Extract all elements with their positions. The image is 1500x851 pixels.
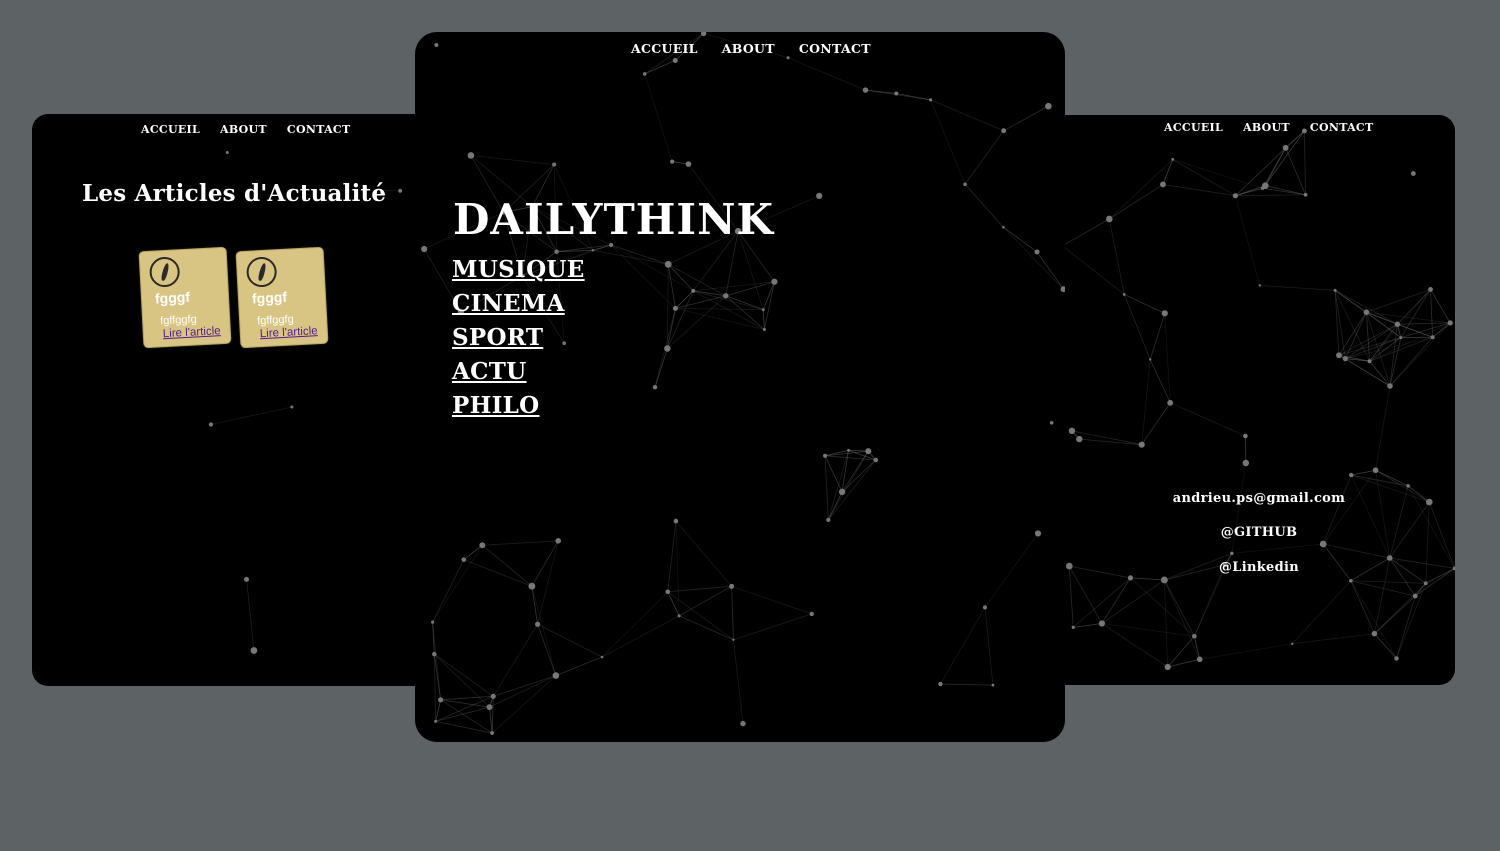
top-nav-contact: ACCUEIL ABOUT CONTACT <box>1164 121 1393 134</box>
home-page-panel: ACCUEIL ABOUT CONTACT DAILYTHINK MUSIQUE… <box>415 32 1065 742</box>
article-card-title: fgggf <box>154 288 191 307</box>
menu-item-philo[interactable]: PHILO <box>452 389 585 423</box>
particle-network-background <box>1061 128 1455 671</box>
quill-logo-icon <box>148 256 181 288</box>
nav-contact[interactable]: CONTACT <box>287 123 351 136</box>
nav-about[interactable]: ABOUT <box>722 41 775 56</box>
article-card[interactable]: fgggf fgffggfg Lire l'article <box>235 246 329 349</box>
contact-github-row: @GITHUB <box>1048 521 1455 540</box>
top-nav-home: ACCUEIL ABOUT CONTACT <box>631 41 895 56</box>
category-menu: MUSIQUE CINEMA SPORT ACTU PHILO <box>452 253 585 423</box>
menu-item-cinema[interactable]: CINEMA <box>452 287 585 321</box>
contact-linkedin-row: @Linkedin <box>1048 556 1455 575</box>
nav-accueil[interactable]: ACCUEIL <box>631 41 698 56</box>
email-link[interactable]: andrieu.ps@gmail.com <box>1173 491 1345 506</box>
nav-about[interactable]: ABOUT <box>1243 121 1290 134</box>
quill-logo-icon <box>245 256 278 288</box>
article-card[interactable]: fgggf fgffggfg Lire l'article <box>138 246 232 349</box>
articles-page-title: Les Articles d'Actualité <box>82 180 387 207</box>
github-link[interactable]: @GITHUB <box>1221 525 1298 540</box>
article-card-title: fgggf <box>251 288 288 307</box>
articles-page-panel: ACCUEIL ABOUT CONTACT Les Articles d'Act… <box>32 114 432 686</box>
nav-about[interactable]: ABOUT <box>220 123 267 136</box>
contact-email-row: andrieu.ps@gmail.com <box>1048 487 1455 506</box>
menu-item-actu[interactable]: ACTU <box>452 355 585 389</box>
linkedin-link[interactable]: @Linkedin <box>1219 560 1299 575</box>
article-card-description: fgffggfg <box>159 313 197 328</box>
menu-item-sport[interactable]: SPORT <box>452 321 585 355</box>
article-card-description: fgffggfg <box>256 313 294 328</box>
nav-contact[interactable]: CONTACT <box>799 41 871 56</box>
top-nav-articles: ACCUEIL ABOUT CONTACT <box>141 123 370 136</box>
read-article-link[interactable]: Lire l'article <box>260 325 318 340</box>
nav-contact[interactable]: CONTACT <box>1310 121 1374 134</box>
nav-accueil[interactable]: ACCUEIL <box>141 123 200 136</box>
read-article-link[interactable]: Lire l'article <box>163 325 221 340</box>
nav-accueil[interactable]: ACCUEIL <box>1164 121 1223 134</box>
contact-page-panel: ACCUEIL ABOUT CONTACT andrieu.ps@gmail.c… <box>1048 115 1455 685</box>
menu-item-musique[interactable]: MUSIQUE <box>452 253 585 287</box>
site-brand-title: DAILYTHINK <box>453 195 774 244</box>
